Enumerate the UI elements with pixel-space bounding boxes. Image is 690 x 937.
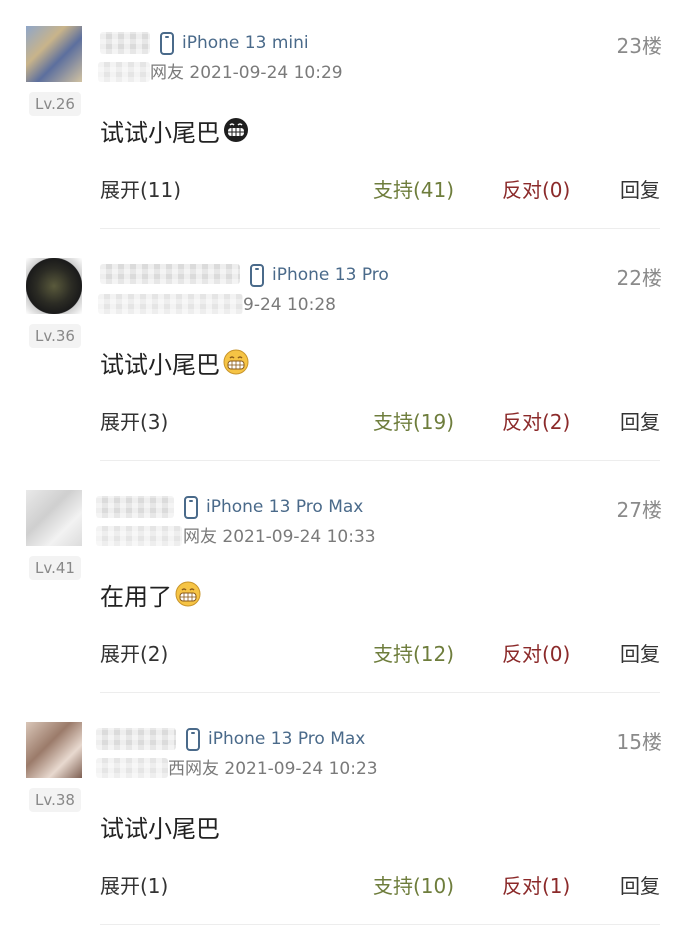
device-tag: iPhone 13 Pro Max bbox=[184, 492, 363, 522]
oppose-button[interactable]: 反对(0) bbox=[502, 638, 570, 667]
comment-item: Lv.36 iPhone 13 Pro 9-24 10:28 22楼 试试小尾巴… bbox=[0, 232, 690, 464]
support-button[interactable]: 支持(12) bbox=[373, 638, 454, 667]
device-name: iPhone 13 Pro bbox=[272, 265, 389, 285]
device-tag: iPhone 13 mini bbox=[160, 28, 309, 58]
expand-button[interactable]: 展开(3) bbox=[100, 406, 168, 435]
comment-text: 试试小尾巴 bbox=[100, 344, 250, 380]
comment-actions: 展开(1) 支持(10) 反对(1) 回复 bbox=[0, 870, 690, 900]
username-blurred[interactable] bbox=[100, 32, 150, 54]
comment-text: 试试小尾巴 bbox=[100, 808, 220, 844]
floor-number: 23楼 bbox=[616, 34, 662, 58]
user-level-badge: Lv.41 bbox=[29, 556, 81, 580]
comment-item: Lv.41 iPhone 13 Pro Max 网友 2021-09-24 10… bbox=[0, 464, 690, 696]
floor-number: 15楼 bbox=[616, 730, 662, 754]
reply-button[interactable]: 回复 bbox=[620, 638, 660, 667]
phone-icon bbox=[160, 31, 174, 55]
comment-actions: 展开(11) 支持(41) 反对(0) 回复 bbox=[0, 174, 690, 204]
device-name: iPhone 13 mini bbox=[182, 33, 309, 53]
user-level-badge: Lv.36 bbox=[29, 324, 81, 348]
device-tag: iPhone 13 Pro bbox=[250, 260, 389, 290]
avatar[interactable] bbox=[26, 258, 82, 314]
device-tag: iPhone 13 Pro Max bbox=[186, 724, 365, 754]
comment-text-body: 试试小尾巴 bbox=[100, 118, 220, 147]
grin-emoji-icon bbox=[223, 349, 249, 375]
reply-button[interactable]: 回复 bbox=[620, 174, 660, 203]
expand-button[interactable]: 展开(1) bbox=[100, 870, 168, 899]
username-blurred[interactable] bbox=[96, 496, 174, 518]
post-meta: 网友 2021-09-24 10:33 bbox=[183, 527, 376, 547]
comment-list: Lv.26 iPhone 13 mini 网友 2021-09-24 10:29… bbox=[0, 0, 690, 937]
location-blurred bbox=[98, 62, 150, 82]
location-blurred bbox=[98, 294, 243, 314]
floor-number: 27楼 bbox=[616, 498, 662, 522]
post-meta: 网友 2021-09-24 10:29 bbox=[150, 63, 343, 83]
comment-text-body: 试试小尾巴 bbox=[100, 350, 220, 379]
support-button[interactable]: 支持(19) bbox=[373, 406, 454, 435]
reply-button[interactable]: 回复 bbox=[620, 406, 660, 435]
device-name: iPhone 13 Pro Max bbox=[208, 729, 366, 749]
phone-icon bbox=[184, 495, 198, 519]
username-blurred[interactable] bbox=[100, 264, 240, 284]
username-blurred[interactable] bbox=[96, 728, 176, 750]
comment-item: Lv.26 iPhone 13 mini 网友 2021-09-24 10:29… bbox=[0, 0, 690, 232]
comment-actions: 展开(3) 支持(19) 反对(2) 回复 bbox=[0, 406, 690, 436]
user-level-badge: Lv.26 bbox=[29, 92, 81, 116]
divider bbox=[100, 228, 660, 229]
post-meta: 西网友 2021-09-24 10:23 bbox=[168, 759, 378, 779]
oppose-button[interactable]: 反对(0) bbox=[502, 174, 570, 203]
avatar[interactable] bbox=[26, 26, 82, 82]
comment-item: Lv.38 iPhone 13 Pro Max 西网友 2021-09-24 1… bbox=[0, 696, 690, 928]
post-meta: 9-24 10:28 bbox=[243, 295, 336, 315]
divider bbox=[100, 460, 660, 461]
comment-text-body: 在用了 bbox=[100, 582, 172, 611]
avatar[interactable] bbox=[26, 722, 82, 778]
device-name: iPhone 13 Pro Max bbox=[206, 497, 364, 517]
divider bbox=[100, 924, 660, 925]
oppose-button[interactable]: 反对(1) bbox=[502, 870, 570, 899]
phone-icon bbox=[250, 263, 264, 287]
phone-icon bbox=[186, 727, 200, 751]
user-level-badge: Lv.38 bbox=[29, 788, 81, 812]
support-button[interactable]: 支持(10) bbox=[373, 870, 454, 899]
expand-button[interactable]: 展开(11) bbox=[100, 174, 181, 203]
comment-text: 在用了 bbox=[100, 576, 202, 612]
comment-actions: 展开(2) 支持(12) 反对(0) 回复 bbox=[0, 638, 690, 668]
support-button[interactable]: 支持(41) bbox=[373, 174, 454, 203]
location-blurred bbox=[96, 758, 168, 778]
comment-text-body: 试试小尾巴 bbox=[100, 814, 220, 843]
grin-emoji-icon bbox=[175, 581, 201, 607]
comment-text: 试试小尾巴 bbox=[100, 112, 250, 148]
divider bbox=[100, 692, 660, 693]
oppose-button[interactable]: 反对(2) bbox=[502, 406, 570, 435]
reply-button[interactable]: 回复 bbox=[620, 870, 660, 899]
grin-dark-emoji-icon bbox=[224, 118, 248, 142]
avatar[interactable] bbox=[26, 490, 82, 546]
floor-number: 22楼 bbox=[616, 266, 662, 290]
expand-button[interactable]: 展开(2) bbox=[100, 638, 168, 667]
location-blurred bbox=[96, 526, 182, 546]
